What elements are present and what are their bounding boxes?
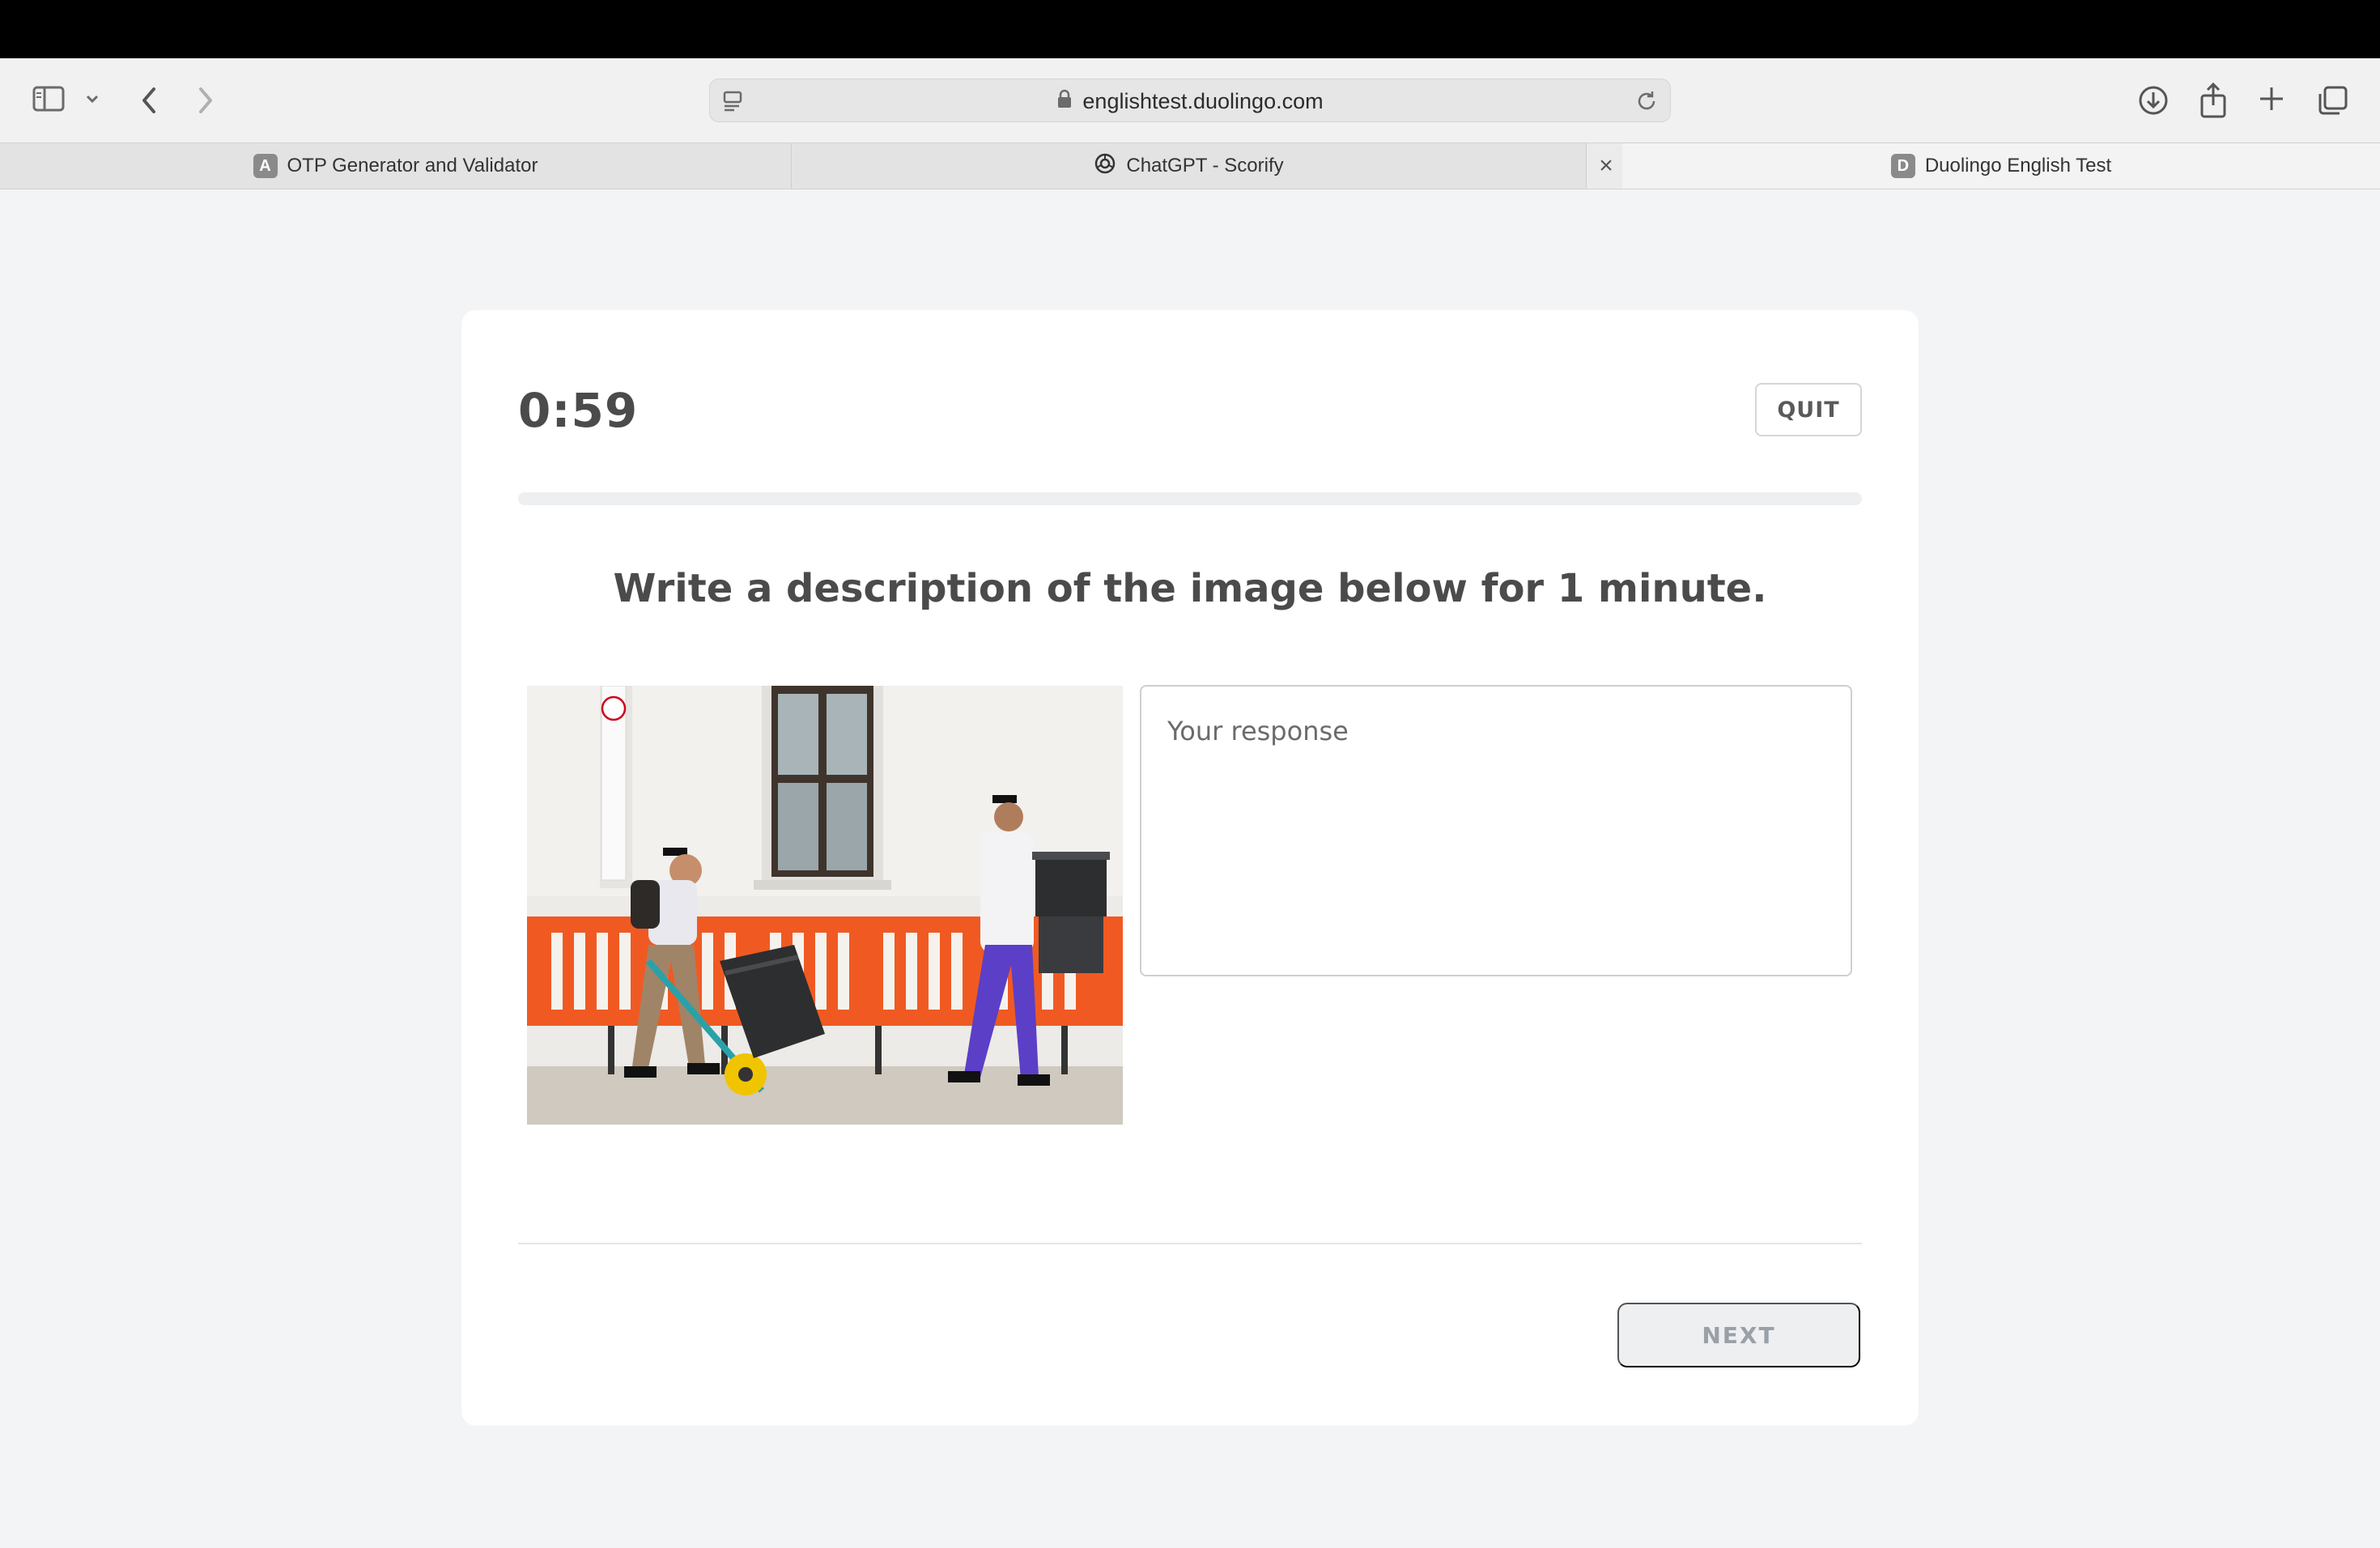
tab-favicon: A	[253, 154, 278, 178]
forward-icon[interactable]	[194, 84, 217, 117]
tab-label: ChatGPT - Scorify	[1126, 155, 1284, 176]
lock-icon	[1056, 89, 1073, 114]
sidebar-toggle-icon[interactable]	[32, 86, 65, 112]
tab-otp-generator[interactable]: A OTP Generator and Validator	[0, 143, 792, 189]
question-card: 0:59 QUIT Write a description of the ima…	[461, 310, 1919, 1426]
browser-toolbar: englishtest.duolingo.com	[0, 58, 2380, 142]
address-bar[interactable]: englishtest.duolingo.com	[709, 79, 1671, 122]
share-icon[interactable]	[2199, 83, 2228, 118]
response-textarea[interactable]	[1140, 685, 1852, 976]
chevron-down-icon[interactable]	[84, 91, 100, 107]
tab-label: Duolingo English Test	[1924, 155, 2112, 176]
timer: 0:59	[518, 383, 639, 438]
tab-duolingo-english-test[interactable]: D Duolingo English Test	[1622, 143, 2380, 189]
footer-divider	[518, 1243, 1862, 1244]
system-menubar	[0, 0, 2380, 58]
url-text: englishtest.duolingo.com	[1082, 88, 1324, 113]
question-image	[527, 686, 1123, 1125]
tab-bar: A OTP Generator and Validator ChatGPT - …	[0, 142, 2380, 189]
tab-label: OTP Generator and Validator	[287, 155, 538, 176]
question-prompt: Write a description of the image below f…	[613, 566, 1767, 611]
download-icon[interactable]	[2137, 84, 2170, 117]
tab-overview-icon[interactable]	[2317, 84, 2349, 117]
tab-favicon: D	[1890, 154, 1915, 178]
tab-chatgpt-scorify[interactable]: ChatGPT - Scorify	[792, 143, 1587, 189]
next-button[interactable]: NEXT	[1617, 1303, 1860, 1367]
openai-icon	[1094, 152, 1116, 181]
reload-icon[interactable]	[1634, 89, 1659, 113]
close-tab-icon[interactable]: ×	[1592, 151, 1621, 181]
new-tab-icon[interactable]	[2257, 84, 2286, 113]
quit-button[interactable]: QUIT	[1755, 383, 1862, 436]
progress-bar	[518, 492, 1862, 505]
back-icon[interactable]	[138, 84, 160, 117]
